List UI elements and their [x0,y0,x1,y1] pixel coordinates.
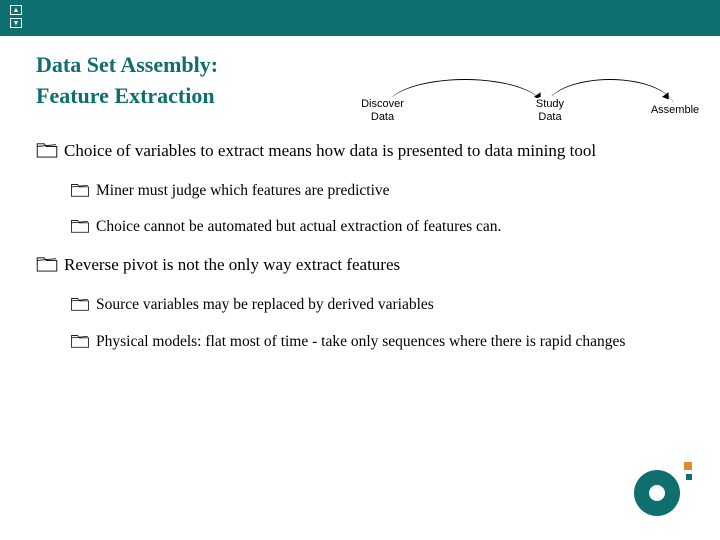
slide-content: Data Set Assembly: Feature Extraction Di… [0,36,720,353]
bullet-list: Choice of variables to extract means how… [36,140,684,354]
folder-icon [36,142,58,158]
list-item: Reverse pivot is not the only way extrac… [36,254,684,277]
node-label: Discover [361,98,404,110]
folder-icon [70,334,90,348]
nav-prev-button[interactable]: ▲ [10,5,22,15]
bullet-text: Reverse pivot is not the only way extrac… [64,255,400,274]
bullet-text: Miner must judge which features are pred… [96,182,390,199]
slide-top-bar: ▲ ▼ [0,0,720,36]
bullet-text: Source variables may be replaced by deri… [96,296,434,313]
list-item: Miner must judge which features are pred… [70,181,684,202]
chevron-up-icon: ▲ [13,7,20,14]
logo-ring-icon [649,485,665,501]
process-diagram: Discover Data Study Data Assemble [310,64,710,134]
list-item: Choice cannot be automated but actual ex… [70,217,684,238]
nav-next-button[interactable]: ▼ [10,18,22,28]
bullet-text: Choice of variables to extract means how… [64,141,596,160]
logo-square-icon [686,474,692,480]
node-label: Study [536,98,564,110]
brand-logo [634,462,692,520]
node-label: Data [538,111,561,123]
bullet-text: Choice cannot be automated but actual ex… [96,218,501,235]
list-item: Choice of variables to extract means how… [36,140,684,163]
list-item: Source variables may be replaced by deri… [70,295,684,316]
node-label: Data [371,111,394,123]
node-label: Assemble [651,104,699,116]
folder-icon [70,297,90,311]
list-item: Physical models: flat most of time - tak… [70,332,684,353]
logo-square-icon [684,462,692,470]
folder-icon [70,219,90,233]
folder-icon [36,256,58,272]
bullet-text: Physical models: flat most of time - tak… [96,333,625,350]
diagram-node-assemble: Assemble [645,102,705,119]
folder-icon [70,183,90,197]
chevron-down-icon: ▼ [13,20,20,27]
